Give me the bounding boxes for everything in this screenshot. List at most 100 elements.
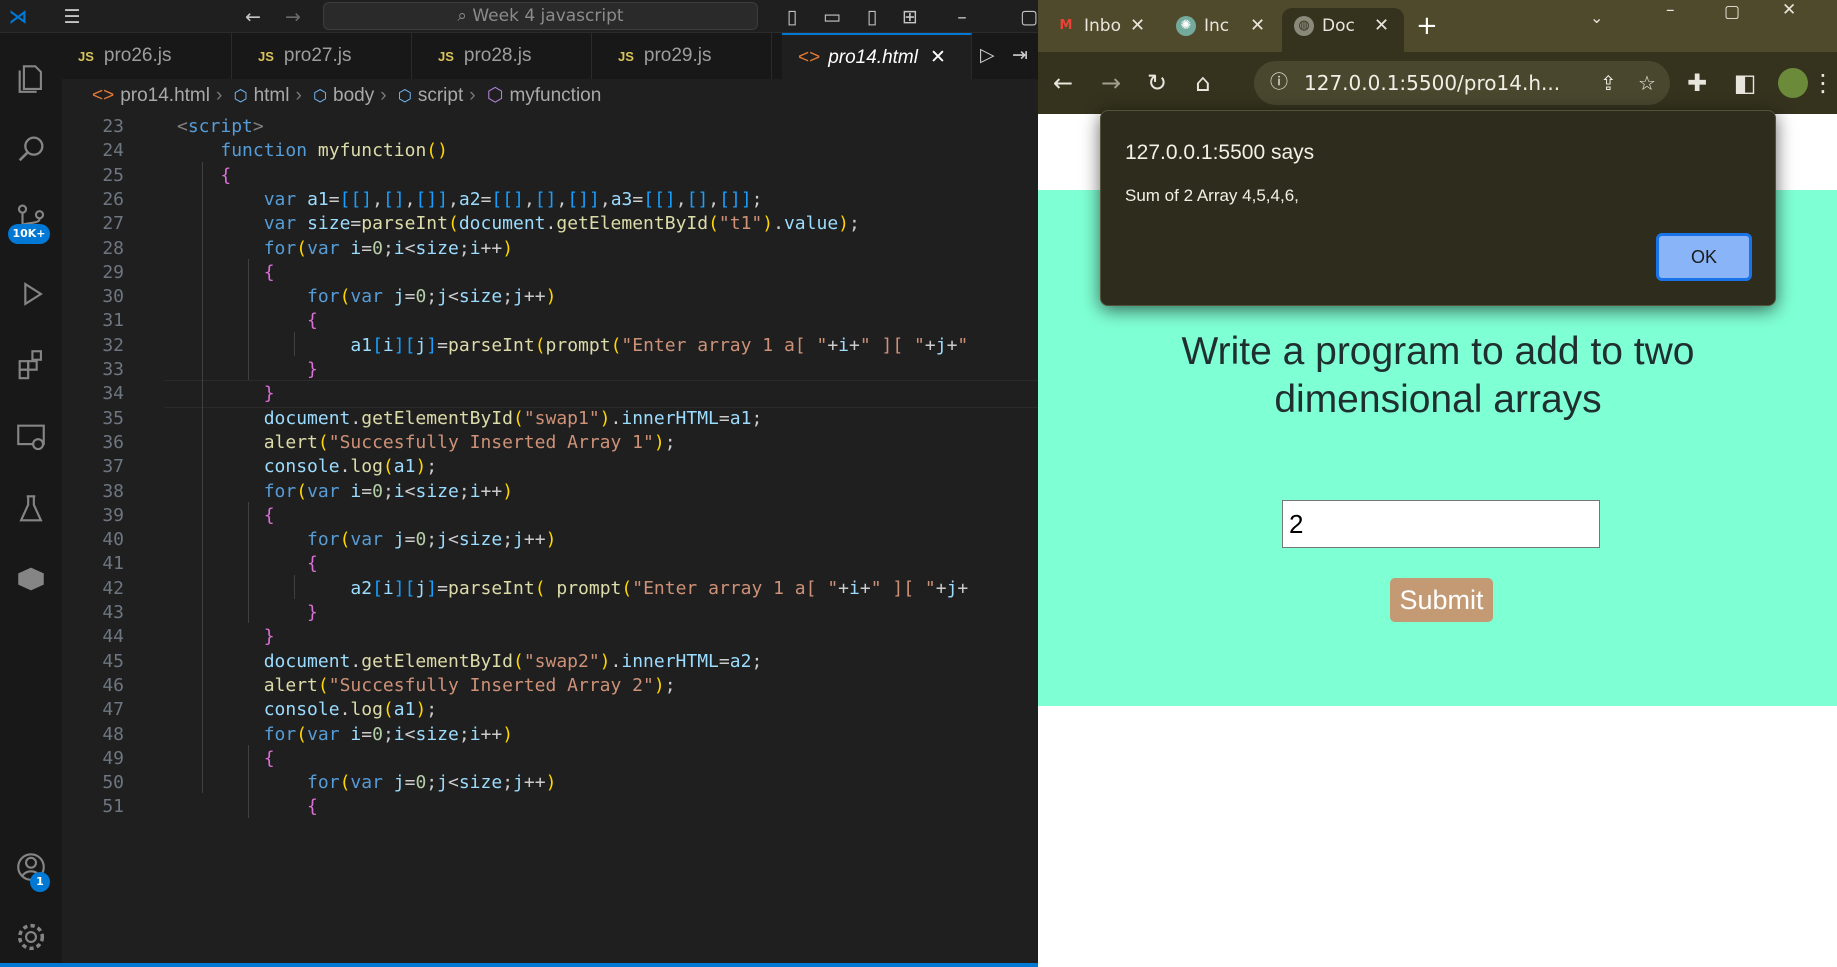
settings-gear-icon[interactable] [0, 911, 62, 963]
url-text: 127.0.0.1:5500/pro14.h... [1304, 71, 1561, 95]
gmail-icon: M [1059, 18, 1073, 33]
more-menu-icon[interactable]: ⋮ [1808, 68, 1837, 98]
bookmark-star-icon[interactable]: ☆ [1638, 61, 1656, 105]
open-preview-icon[interactable]: ⇥ [1006, 33, 1036, 79]
function-icon: ⬡ [486, 85, 504, 106]
tab-pro29-js[interactable]: JS pro29.js [602, 33, 772, 79]
close-icon[interactable]: ✕ [1250, 8, 1265, 44]
chevron-right-icon: › [295, 85, 302, 106]
customize-layout-icon[interactable]: ⊞ [898, 5, 922, 29]
tab-label: pro29.js [643, 45, 712, 66]
array-size-input[interactable]: 2 [1282, 500, 1600, 548]
maximize-icon[interactable]: ▢ [1724, 0, 1744, 38]
toggle-sidebar-icon[interactable]: ▯ [780, 5, 804, 29]
browser-tab-label: Doc [1322, 16, 1355, 36]
source-control-badge: 10K+ [8, 224, 50, 244]
tab-pro14-html[interactable]: <> pro14.html ✕ [782, 33, 972, 79]
remote-explorer-icon[interactable] [0, 411, 62, 463]
browser-tab-chatgpt[interactable]: ✺ Inc ✕ [1166, 8, 1270, 52]
submit-button[interactable]: Submit [1390, 578, 1493, 622]
tab-label: pro27.js [283, 45, 352, 66]
js-file-icon: JS [618, 49, 634, 64]
breadcrumb-item-body[interactable]: body [333, 85, 374, 106]
js-file-icon: JS [438, 49, 454, 64]
share-icon[interactable]: ⇪ [1600, 61, 1617, 105]
breadcrumb-item-html[interactable]: html [254, 85, 290, 106]
back-arrow-icon[interactable]: ← [240, 5, 266, 29]
new-tab-button[interactable]: + [1416, 8, 1446, 52]
browser-toolbar: ← → ↻ ⌂ ⓘ 127.0.0.1:5500/pro14.h... ⇪ ☆ … [1038, 52, 1837, 114]
command-center-search[interactable]: ⌕ Week 4 javascript [323, 2, 758, 30]
run-button[interactable]: ▷ [974, 33, 1004, 79]
extensions-icon[interactable] [0, 338, 62, 390]
browser-tab-label: Inc [1204, 16, 1230, 36]
code-line: 51 { [62, 793, 1038, 821]
tab-search-chevron-icon[interactable]: ⌄ [1590, 0, 1610, 44]
search-icon: ⌕ [457, 6, 473, 26]
home-icon[interactable]: ⌂ [1188, 68, 1218, 98]
tab-pro27-js[interactable]: JS pro27.js [242, 33, 412, 79]
container-icon[interactable] [0, 553, 62, 605]
maximize-icon[interactable]: ▢ [1020, 5, 1038, 29]
forward-arrow-icon[interactable]: → [280, 5, 306, 29]
side-panel-icon[interactable]: ◧ [1730, 68, 1760, 98]
indent-guide [248, 258, 249, 381]
breadcrumb-item-script[interactable]: script [418, 85, 463, 106]
indent-guide [248, 501, 249, 624]
site-info-icon[interactable]: ⓘ [1270, 61, 1288, 105]
code-editor[interactable]: 23 <script> 24 function myfunction() 25 {26… [62, 113, 1038, 963]
toggle-panel-icon[interactable]: ▭ [820, 5, 844, 29]
close-window-icon[interactable]: ✕ [1782, 0, 1802, 36]
explorer-icon[interactable] [0, 53, 62, 105]
editor-tabs: JS pro26.js JS pro27.js JS pro28.js JS pro29… [62, 33, 1038, 79]
page-heading: Write a program to add to two dimensiona… [1181, 330, 1695, 421]
tab-label: pro14.html [828, 47, 918, 68]
forward-arrow-icon[interactable]: → [1096, 68, 1126, 98]
close-icon[interactable]: ✕ [1374, 8, 1389, 44]
search-icon[interactable] [0, 123, 62, 175]
tab-label: pro26.js [103, 45, 172, 66]
indent-guide [294, 574, 295, 599]
alert-dialog: 127.0.0.1:5500 says Sum of 2 Array 4,5,4… [1100, 110, 1776, 306]
js-file-icon: JS [258, 49, 274, 64]
vscode-logo-icon: ⋊ [8, 6, 28, 28]
tab-pro28-js[interactable]: JS pro28.js [422, 33, 592, 79]
browser-tab-gmail[interactable]: M Inbo ✕ [1046, 8, 1150, 52]
browser-tab-strip: M Inbo ✕ ✺ Inc ✕ ◍ Doc ✕ + ⌄ – ▢ ✕ [1038, 0, 1837, 52]
breadcrumb-item-function[interactable]: myfunction [509, 85, 601, 106]
element-icon: ⬡ [233, 88, 248, 105]
indent-guide [248, 744, 249, 818]
line-number: 51 [102, 796, 124, 818]
minimize-icon[interactable]: – [950, 5, 974, 29]
element-icon: ⬡ [313, 88, 328, 105]
chevron-right-icon: › [469, 85, 476, 106]
activity-bar: 10K+ 1 [0, 33, 62, 963]
vscode-window: ⋊ ☰ ← → ⌕ Week 4 javascript ▯ ▭ ▯ ⊞ – ▢ … [0, 0, 1038, 967]
extensions-icon[interactable]: ✚ [1682, 68, 1712, 98]
tab-label: pro28.js [463, 45, 532, 66]
chatgpt-icon: ✺ [1176, 16, 1196, 36]
minimize-icon[interactable]: – [1666, 0, 1686, 36]
toggle-secondary-sidebar-icon[interactable]: ▯ [860, 5, 884, 29]
breadcrumb: <> pro14.html › ⬡ html › ⬡ body › ⬡ script › ⬡ my… [62, 79, 1038, 112]
breadcrumb-item-file[interactable]: pro14.html [120, 85, 210, 106]
accounts-badge: 1 [30, 872, 50, 892]
globe-icon: ◍ [1294, 16, 1314, 36]
browser-window: M Inbo ✕ ✺ Inc ✕ ◍ Doc ✕ + ⌄ – ▢ ✕ ← → ↻ ⌂ ⓘ 1… [1038, 0, 1837, 967]
menu-icon[interactable]: ☰ [58, 5, 86, 29]
back-arrow-icon[interactable]: ← [1048, 68, 1078, 98]
run-debug-icon[interactable] [0, 268, 62, 320]
indent-guide [294, 331, 295, 356]
tab-pro26-js[interactable]: JS pro26.js [62, 33, 232, 79]
testing-icon[interactable] [0, 483, 62, 535]
close-icon[interactable]: ✕ [930, 47, 946, 68]
reload-icon[interactable]: ↻ [1142, 68, 1172, 98]
browser-tab-label: Inbo [1084, 16, 1121, 36]
profile-avatar[interactable] [1778, 68, 1808, 98]
status-bar [0, 963, 1038, 967]
browser-tab-active[interactable]: ◍ Doc ✕ [1282, 8, 1404, 52]
ok-button[interactable]: OK [1656, 233, 1752, 281]
html-file-icon: <> [92, 85, 115, 106]
close-icon[interactable]: ✕ [1130, 8, 1145, 44]
address-bar[interactable]: ⓘ 127.0.0.1:5500/pro14.h... ⇪ ☆ [1254, 61, 1670, 105]
